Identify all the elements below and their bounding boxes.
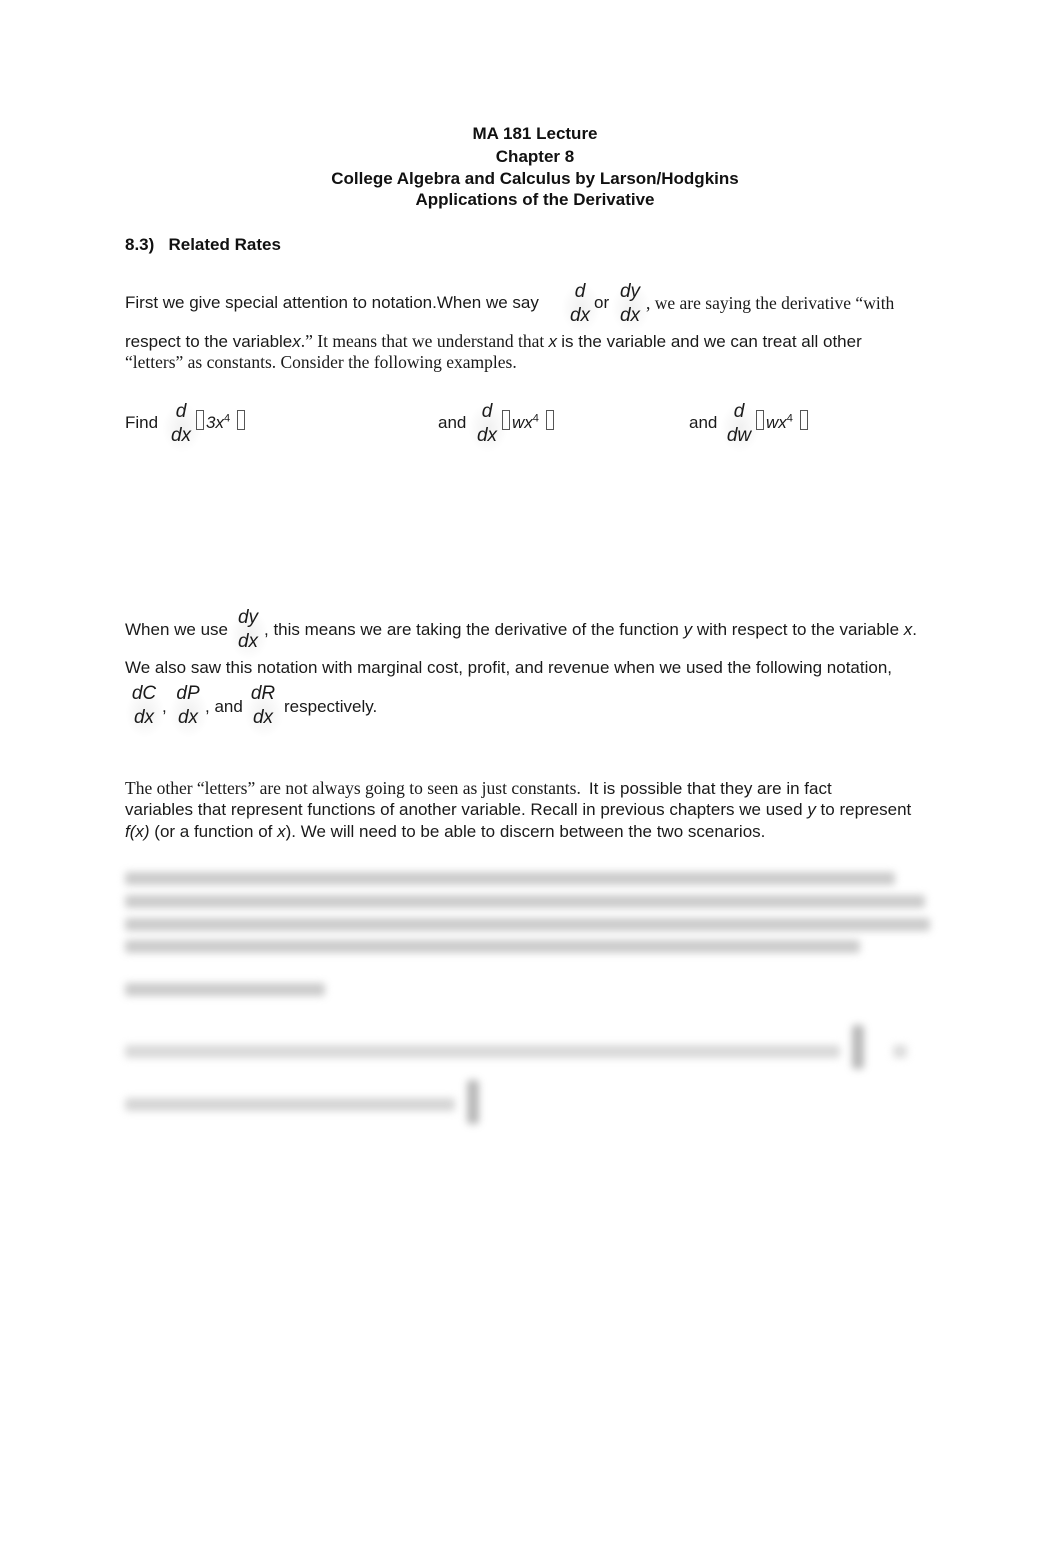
section-heading: 8.3) Related Rates (125, 235, 281, 255)
example-expression: wx4 (500, 410, 556, 433)
section-number: 8.3) (125, 235, 155, 254)
example-expression: 3x4 (194, 410, 247, 433)
para3-line3: f(x) (or a function of x). We will need … (125, 822, 766, 841)
right-bracket-icon (236, 410, 245, 430)
blurred-text-line (125, 895, 925, 908)
blurred-text-line (125, 983, 325, 996)
right-bracket-icon (545, 410, 554, 430)
para1-line3: “letters” as constants. Consider the fol… (125, 352, 517, 372)
blurred-text-line (125, 940, 860, 953)
fraction-dy-dx: dy dx (619, 281, 641, 326)
blurred-text-line (125, 1098, 455, 1111)
para1-line1-end: , we are saying the derivative “with (646, 293, 895, 313)
right-bracket-icon (799, 410, 808, 430)
left-bracket-icon (196, 410, 204, 430)
para1-line1-text: First we give special attention to notat… (125, 293, 539, 312)
left-bracket-icon (756, 410, 764, 430)
left-bracket-icon (502, 410, 510, 430)
fraction-dy-dx: dy dx (237, 607, 259, 652)
blurred-fraction (467, 1080, 479, 1124)
para1-or: or (594, 293, 610, 312)
para3-line2: variables that represent functions of an… (125, 800, 912, 819)
fraction-dP-dx: dP dx (176, 683, 200, 728)
para1-line2: respect to the variablex.” It means that… (125, 331, 862, 351)
blurred-text-line (893, 1045, 907, 1058)
example-expression: wx4 (754, 410, 810, 433)
blurred-text-line (125, 918, 930, 931)
fraction-dR-dx: dR dx (250, 683, 276, 728)
document-title-chapter: Chapter 8 (495, 147, 575, 166)
para2-line1-end: , this means we are taking the derivativ… (264, 620, 917, 639)
blurred-text-line (125, 1045, 840, 1058)
para2-line2: We also saw this notation with marginal … (125, 658, 893, 677)
document-title-topic: Applications of the Derivative (415, 190, 655, 209)
document-title-course: MA 181 Lecture (472, 124, 598, 143)
blurred-fraction (852, 1025, 864, 1069)
blurred-text-line (125, 872, 895, 885)
fraction-dC-dx: dC dx (131, 683, 157, 728)
fraction-d-dw: d dw (726, 401, 752, 446)
para3-line1: The other “letters” are not always going… (125, 778, 832, 798)
document-title-textbook: College Algebra and Calculus by Larson/H… (331, 169, 739, 188)
section-title: Related Rates (168, 235, 281, 254)
